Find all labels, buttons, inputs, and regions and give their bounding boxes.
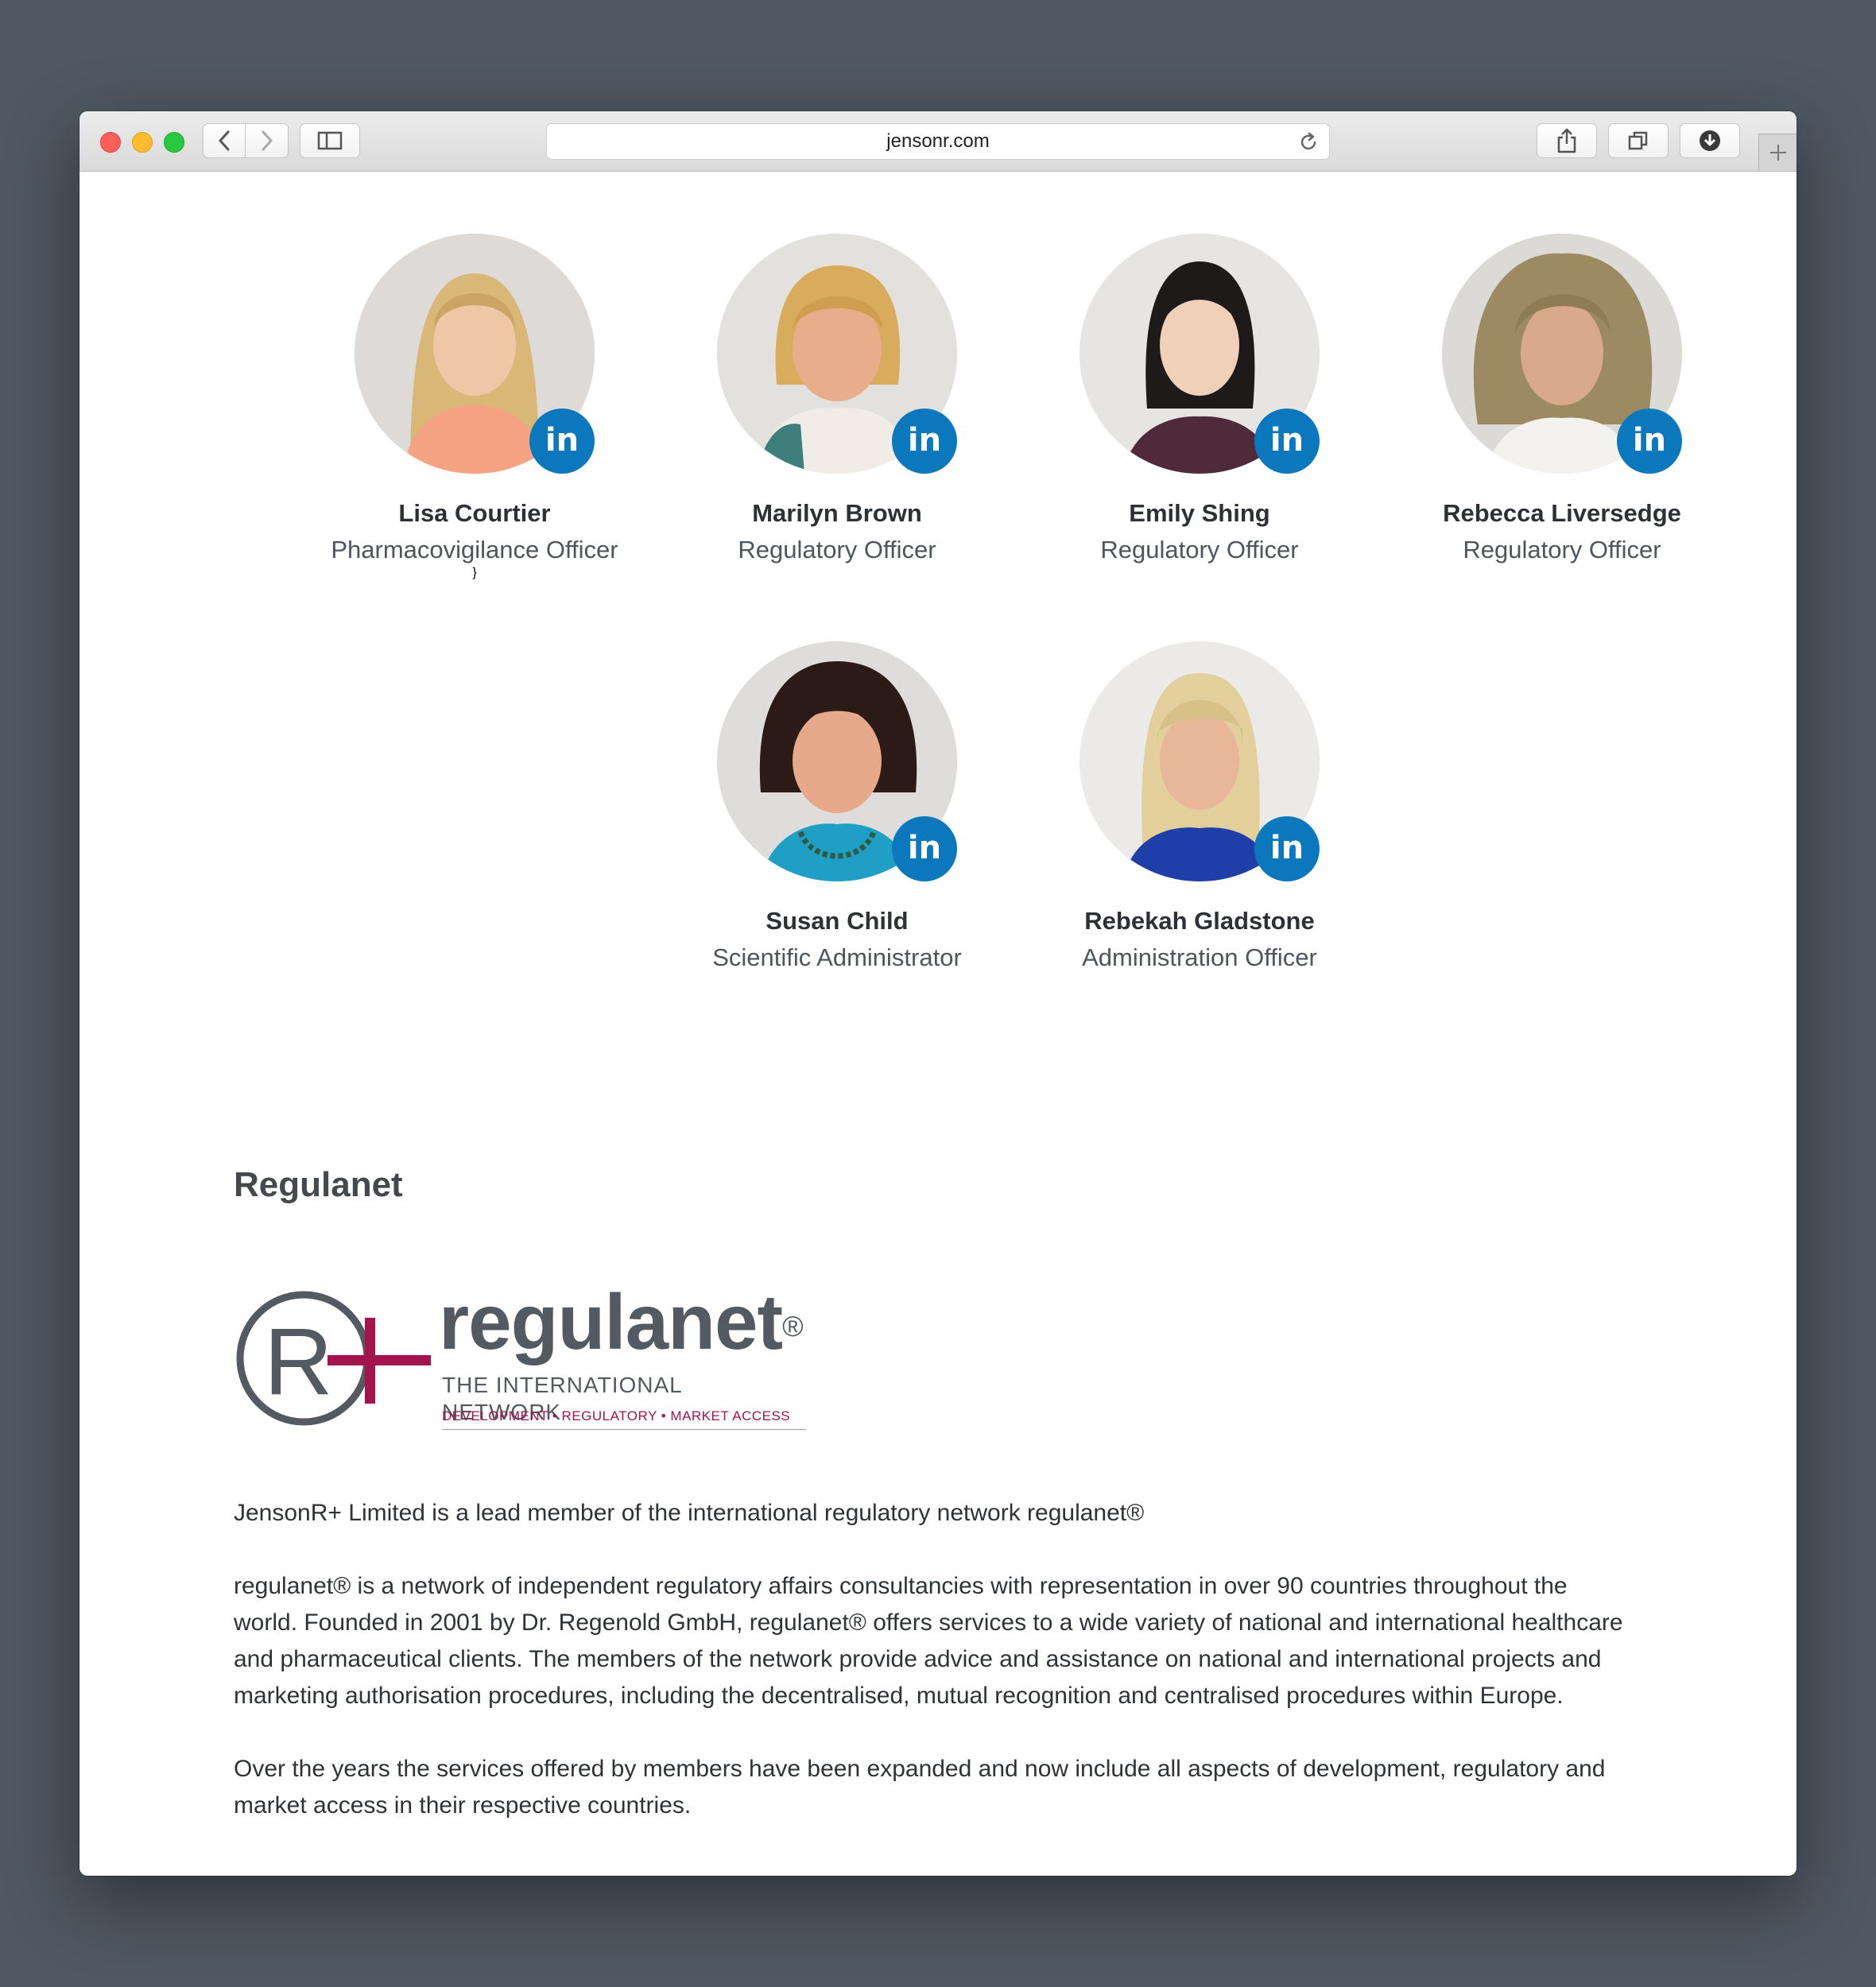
- team-member-card: in Susan Child Scientific Administrator: [656, 641, 1018, 974]
- back-arrow-icon: [219, 130, 230, 151]
- team-member-card: in Lisa Courtier Pharmacovigilance Offic…: [293, 234, 656, 580]
- reload-icon[interactable]: [1297, 131, 1320, 153]
- member-photo-wrapper: in: [1079, 234, 1320, 474]
- share-button[interactable]: [1537, 123, 1597, 158]
- plus-icon: [1769, 144, 1786, 161]
- linkedin-icon[interactable]: in: [892, 816, 957, 881]
- member-name: Marilyn Brown: [752, 499, 922, 527]
- linkedin-icon[interactable]: in: [529, 409, 595, 474]
- regulanet-wordmark: regulanet®: [439, 1278, 804, 1365]
- member-role: Regulatory Officer: [738, 536, 936, 564]
- page-content: in Lisa Courtier Pharmacovigilance Offic…: [79, 172, 1797, 1876]
- member-photo-wrapper: in: [1442, 234, 1682, 474]
- intro-paragraph: JensonR+ Limited is a lead member of the…: [234, 1500, 1145, 1526]
- description-paragraph: regulanet® is a network of independent r…: [234, 1573, 1623, 1709]
- address-bar[interactable]: jensonr.com: [546, 123, 1330, 160]
- tabs-icon: [1628, 131, 1648, 150]
- back-button[interactable]: [203, 123, 246, 158]
- forward-button[interactable]: [246, 123, 289, 158]
- member-role: Regulatory Officer: [1100, 536, 1299, 564]
- member-name: Rebecca Liversedge: [1443, 499, 1681, 527]
- registered-mark: ®: [782, 1310, 804, 1342]
- linkedin-icon[interactable]: in: [1254, 816, 1320, 881]
- team-member-card: in Rebecca Liversedge Regulatory Officer: [1381, 234, 1743, 566]
- member-role: Scientific Administrator: [712, 943, 962, 971]
- member-photo-wrapper: in: [717, 234, 957, 474]
- minimize-window-button[interactable]: [132, 132, 153, 153]
- regulanet-logo: R regulanet® THE INTERNATIONAL NETWORK D…: [234, 1278, 806, 1443]
- new-tab-button[interactable]: [1758, 134, 1797, 170]
- team-member-card: in Emily Shing Regulatory Officer: [1018, 234, 1381, 566]
- linkedin-icon[interactable]: in: [1617, 409, 1682, 474]
- member-name: Emily Shing: [1129, 499, 1270, 527]
- close-window-button[interactable]: [100, 132, 121, 153]
- linkedin-icon[interactable]: in: [1254, 409, 1320, 474]
- wordmark-text: regulanet: [439, 1278, 783, 1365]
- share-icon: [1557, 128, 1576, 153]
- zoom-window-button[interactable]: [164, 132, 184, 153]
- member-role: Regulatory Officer: [1463, 536, 1661, 564]
- browser-window: jensonr.com in Lisa Courtier Pharmacovig…: [79, 111, 1797, 1876]
- member-role: Administration Officer: [1082, 943, 1317, 971]
- logo-services: DEVELOPMENT • REGULATORY • MARKET ACCESS: [442, 1408, 791, 1423]
- browser-toolbar: jensonr.com: [79, 111, 1797, 172]
- sidebar-toggle-button[interactable]: [300, 123, 360, 158]
- member-name: Lisa Courtier: [398, 499, 551, 527]
- sidebar-icon: [317, 131, 343, 150]
- url-text: jensonr.com: [886, 130, 990, 152]
- regulanet-logo-mark: R: [236, 1291, 431, 1426]
- team-member-card: in Rebekah Gladstone Administration Offi…: [1018, 641, 1381, 974]
- download-icon: [1700, 130, 1720, 151]
- team-member-card: in Marilyn Brown Regulatory Officer: [656, 234, 1018, 566]
- member-photo-wrapper: in: [355, 234, 595, 474]
- member-name: Susan Child: [766, 907, 909, 935]
- section-heading: Regulanet: [234, 1165, 403, 1204]
- downloads-button[interactable]: [1680, 123, 1740, 158]
- member-photo-wrapper: in: [717, 641, 957, 881]
- member-name: Rebekah Gladstone: [1084, 907, 1315, 935]
- svg-text:R: R: [264, 1308, 333, 1415]
- forward-arrow-icon: [262, 130, 272, 151]
- linkedin-icon[interactable]: in: [892, 409, 957, 474]
- member-role: Pharmacovigilance Officer: [331, 536, 618, 564]
- services-paragraph: Over the years the services offered by m…: [234, 1756, 1606, 1819]
- member-photo-wrapper: in: [1079, 641, 1320, 881]
- show-tabs-button[interactable]: [1608, 123, 1669, 158]
